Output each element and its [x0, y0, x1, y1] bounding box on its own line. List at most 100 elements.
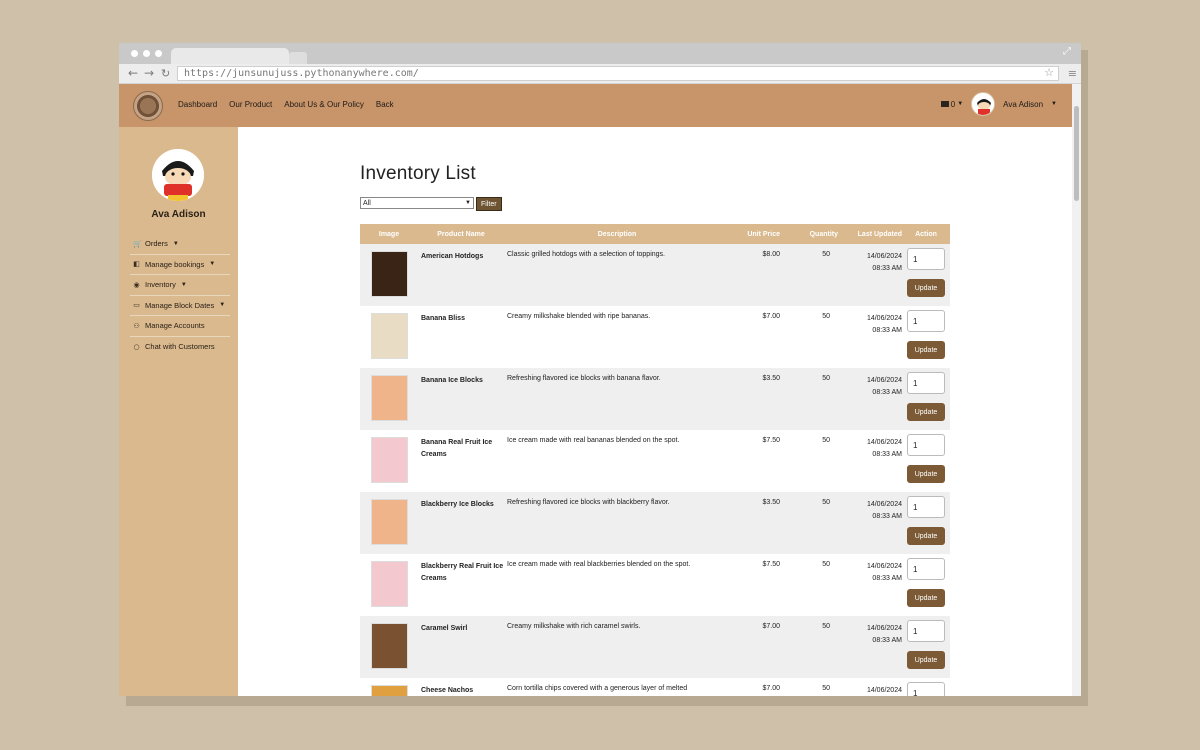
mail-dropdown[interactable]: 0 ▼ [940, 100, 963, 109]
back-arrow-icon[interactable]: ← [128, 67, 138, 80]
quantity-input[interactable]: 1 [907, 682, 945, 696]
user-caret-down-icon[interactable]: ▼ [1051, 101, 1057, 107]
sidebar-item-orders[interactable]: 🛒 Orders ▼ [130, 234, 230, 255]
unit-price: $7.50 [762, 561, 780, 568]
filter-button[interactable]: Filter [476, 197, 502, 211]
sidebar-item-block-dates[interactable]: ▭ Manage Block Dates ▼ [130, 296, 230, 316]
image-cell [360, 306, 418, 368]
nav-our-product[interactable]: Our Product [229, 100, 272, 109]
sidebar-item-accounts[interactable]: ⚇ Manage Accounts [130, 316, 230, 337]
caret-down-icon: ▼ [172, 240, 179, 247]
table-row: American Hotdogs Classic grilled hotdogs… [360, 244, 950, 306]
logo-icon[interactable] [133, 91, 163, 121]
header-last-updated: Last Updated [857, 230, 902, 238]
update-button[interactable]: Update [907, 279, 945, 297]
filter-row: All ▼ Filter [360, 197, 502, 211]
scrollbar-thumb[interactable] [1074, 106, 1079, 201]
quantity-input[interactable]: 1 [907, 496, 945, 518]
updated-date: 14/06/2024 [866, 625, 902, 632]
unit-price: $7.00 [762, 685, 780, 692]
update-button[interactable]: Update [907, 403, 945, 421]
update-button[interactable]: Update [907, 651, 945, 669]
table-row: Blackberry Real Fruit Ice Creams Ice cre… [360, 554, 950, 616]
url-input[interactable]: https://junsunujuss.pythonanywhere.com/ … [177, 66, 1059, 81]
quantity-input[interactable]: 1 [907, 620, 945, 642]
window-controls [131, 50, 162, 57]
product-name: Blackberry Real Fruit Ice Creams [421, 563, 504, 582]
sidebar-item-label: Inventory [145, 280, 176, 290]
product-description: Corn tortilla chips covered with a gener… [507, 685, 688, 692]
top-navbar: Dashboard Our Product About Us & Our Pol… [119, 84, 1081, 127]
update-button[interactable]: Update [907, 589, 945, 607]
browser-tab[interactable] [171, 48, 289, 64]
page-scrollbar[interactable] [1072, 84, 1081, 696]
product-name: Cheese Nachos [421, 687, 474, 694]
new-tab-button[interactable] [289, 52, 307, 64]
forward-arrow-icon[interactable]: → [144, 67, 154, 80]
product-thumbnail [370, 499, 408, 545]
nav-dashboard[interactable]: Dashboard [178, 100, 217, 109]
browser-menu-icon[interactable]: ≡ [1068, 67, 1077, 80]
action-cell: 1 Update [902, 554, 950, 616]
image-cell [360, 492, 418, 554]
sidebar-item-chat[interactable]: ○ Chat with Customers [130, 337, 230, 358]
sidebar-item-inventory[interactable]: ◉ Inventory ▼ [130, 275, 230, 296]
url-text: https://junsunujuss.pythonanywhere.com/ [184, 68, 419, 79]
update-button[interactable]: Update [907, 527, 945, 545]
table-row: Caramel Swirl Creamy milkshake with rich… [360, 616, 950, 678]
product-description: Ice cream made with real bananas blended… [507, 437, 680, 444]
users-icon: ⚇ [133, 321, 140, 330]
quantity: 50 [822, 375, 830, 382]
page-title: Inventory List [360, 163, 476, 184]
product-thumbnail [370, 375, 408, 421]
nav-back[interactable]: Back [376, 100, 394, 109]
image-cell [360, 244, 418, 306]
product-name: Caramel Swirl [421, 625, 468, 632]
unit-price: $7.50 [762, 437, 780, 444]
quantity-input[interactable]: 1 [907, 310, 945, 332]
reload-icon[interactable]: ↻ [161, 67, 170, 80]
update-button[interactable]: Update [907, 465, 945, 483]
quantity-input[interactable]: 1 [907, 558, 945, 580]
expand-icon[interactable]: ⤢ [1063, 47, 1073, 57]
browser-tabbar: ⤢ [119, 43, 1081, 64]
table-row: Banana Ice Blocks Refreshing flavored ic… [360, 368, 950, 430]
sidebar-item-label: Manage Accounts [145, 321, 205, 331]
close-window-dot[interactable] [131, 50, 138, 57]
quantity-input[interactable]: 1 [907, 372, 945, 394]
minimize-window-dot[interactable] [143, 50, 150, 57]
table-header: Image Product Name Description Unit Pric… [360, 224, 950, 244]
profile-avatar [152, 149, 204, 201]
app: Dashboard Our Product About Us & Our Pol… [119, 84, 1081, 696]
category-filter-select[interactable]: All ▼ [360, 197, 474, 209]
product-name: Banana Ice Blocks [421, 377, 483, 384]
image-cell [360, 678, 418, 696]
bookmark-star-icon[interactable]: ☆ [1044, 66, 1054, 79]
nav-about-policy[interactable]: About Us & Our Policy [284, 100, 364, 109]
caret-down-icon: ▼ [180, 281, 187, 288]
quantity-input[interactable]: 1 [907, 248, 945, 270]
update-button[interactable]: Update [907, 341, 945, 359]
sidebar-item-label: Chat with Customers [145, 342, 215, 352]
header-quantity: Quantity [809, 230, 838, 238]
sidebar-item-label: Orders [145, 239, 168, 249]
product-thumbnail [370, 437, 408, 483]
table-row: Banana Bliss Creamy milkshake blended wi… [360, 306, 950, 368]
table-row: Blackberry Ice Blocks Refreshing flavore… [360, 492, 950, 554]
cartoon-avatar-icon [972, 93, 995, 115]
updated-date: 14/06/2024 [866, 377, 902, 384]
user-name[interactable]: Ava Adison [1003, 100, 1043, 109]
book-icon: ◧ [133, 260, 140, 269]
action-cell: 1 Update [902, 244, 950, 306]
user-avatar[interactable] [971, 92, 996, 116]
sidebar-item-bookings[interactable]: ◧ Manage bookings ▼ [130, 255, 230, 275]
header-description: Description [597, 230, 637, 238]
caret-down-icon: ▼ [209, 261, 216, 268]
sidebar-item-label: Manage Block Dates [145, 300, 215, 310]
quantity-input[interactable]: 1 [907, 434, 945, 456]
maximize-window-dot[interactable] [155, 50, 162, 57]
filter-value: All [363, 199, 371, 207]
product-name: American Hotdogs [421, 253, 484, 260]
updated-date: 14/06/2024 [866, 439, 902, 446]
product-description: Ice cream made with real blackberries bl… [507, 561, 691, 568]
